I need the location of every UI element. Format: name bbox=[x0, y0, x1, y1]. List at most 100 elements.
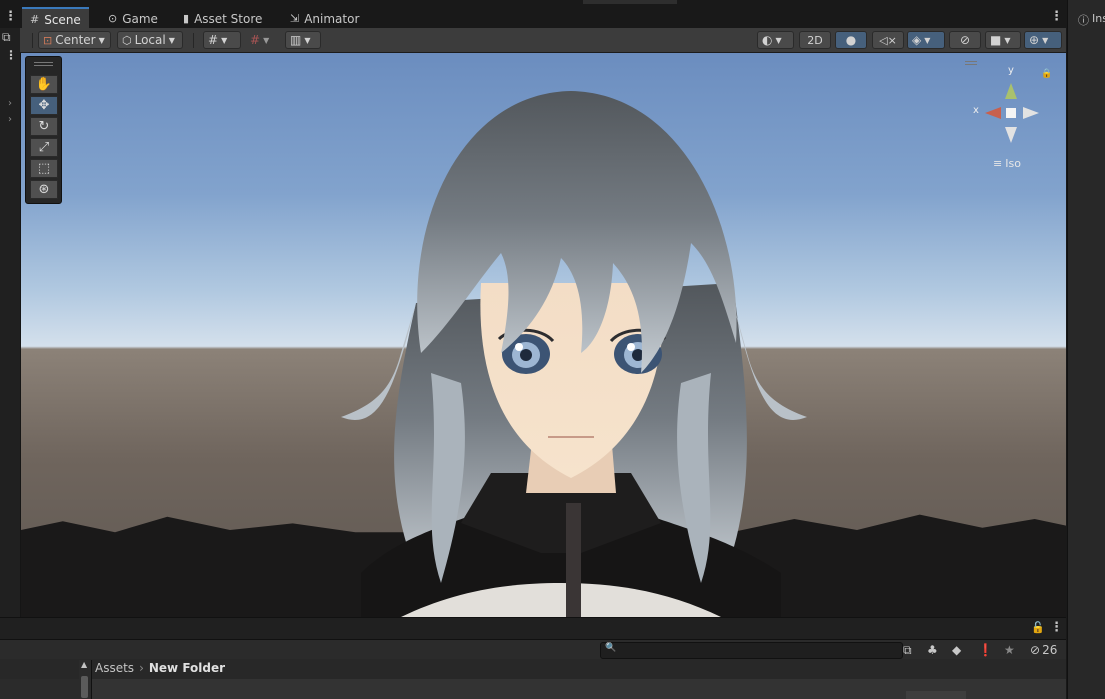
gizmos-dropdown[interactable]: ⊕ ▼ bbox=[1024, 31, 1062, 49]
lock-icon[interactable]: 🔓 bbox=[1031, 621, 1045, 634]
scene-toolbar: ⊡ Center ▼ ⬡ Local ▼ # ▼ # ▼ ▥ ▼ ◐ ▼ 2D … bbox=[20, 28, 1066, 53]
scene-orientation-gizmo[interactable]: 🔒 y x ≡ Iso bbox=[965, 61, 1055, 171]
scroll-up-arrow-icon[interactable]: ▲ bbox=[81, 660, 87, 669]
pivot-center-icon: ⊡ bbox=[43, 33, 53, 47]
transform-tools-overlay: ✋ ✥ ↻ ⤢ ⬚ ⊛ bbox=[25, 56, 62, 204]
camera-settings-dropdown[interactable]: ■ ▼ bbox=[985, 31, 1021, 49]
dropdown-arrow-icon: ▼ bbox=[1042, 35, 1049, 45]
search-by-type-icon[interactable]: ⧉ bbox=[903, 641, 912, 659]
tab-game[interactable]: ⊙ Game bbox=[100, 9, 166, 28]
info-icon: ⓘ bbox=[1078, 14, 1089, 27]
camera-icon: ■ bbox=[990, 33, 1002, 47]
pivot-rotation-dropdown[interactable]: ⬡ Local ▼ bbox=[117, 31, 183, 49]
dropdown-arrow-icon: ▼ bbox=[221, 35, 228, 45]
gamepad-icon: ⊙ bbox=[108, 12, 118, 25]
animator-icon: ⇲ bbox=[290, 12, 300, 25]
increment-snap-button[interactable]: ▥ ▼ bbox=[285, 31, 321, 49]
log-warning-icon[interactable]: ❗ bbox=[978, 641, 993, 659]
dropdown-arrow-icon: ▼ bbox=[168, 35, 175, 45]
transform-tool-button[interactable]: ⊛ bbox=[30, 180, 58, 199]
effects-dropdown[interactable]: ◈ ▼ bbox=[907, 31, 945, 49]
scrollbar-thumb[interactable] bbox=[81, 676, 88, 698]
shopping-bag-icon: ▮ bbox=[183, 12, 190, 25]
dropdown-arrow-icon: ▼ bbox=[304, 35, 311, 45]
project-folder-tree[interactable] bbox=[0, 679, 80, 699]
rotate-tool-button[interactable]: ↻ bbox=[30, 117, 58, 136]
mode-2d-toggle[interactable]: 2D bbox=[799, 31, 831, 49]
grid-snapping-button[interactable]: # ▼ bbox=[203, 31, 241, 49]
light-bulb-icon: ● bbox=[845, 33, 857, 47]
eye-slash-icon: ⊘ bbox=[959, 33, 971, 47]
menu-kebab-icon[interactable]: ⋮ bbox=[4, 9, 17, 24]
shading-sphere-icon: ◐ bbox=[762, 33, 773, 47]
pivot-position-dropdown[interactable]: ⊡ Center ▼ bbox=[38, 31, 111, 49]
y-axis-label: y bbox=[1008, 65, 1014, 76]
rect-transform-icon: ⬚ bbox=[37, 161, 51, 176]
project-search-input[interactable]: 🔍 bbox=[600, 642, 903, 659]
maximize-icon[interactable]: ⧉ bbox=[2, 30, 11, 45]
filter-by-type-icon[interactable]: ♣ bbox=[927, 641, 938, 659]
chevron-right-icon[interactable]: › bbox=[8, 114, 12, 125]
grid-icon: # bbox=[250, 33, 261, 47]
tab-inspector[interactable]: ⓘ Ins bbox=[1078, 12, 1105, 28]
grid-visibility-button[interactable]: # ▼ bbox=[245, 31, 280, 49]
move-tool-button[interactable]: ✥ bbox=[30, 96, 58, 115]
tab-scene[interactable]: # Scene bbox=[22, 7, 89, 30]
breadcrumb-current[interactable]: New Folder bbox=[149, 661, 225, 675]
hierarchy-collapsed-strip: ⧉ ⋮ › › bbox=[0, 28, 21, 617]
audio-toggle[interactable]: ◁× bbox=[872, 31, 904, 49]
asset-item[interactable] bbox=[906, 691, 966, 699]
effects-stack-icon: ◈ bbox=[912, 33, 922, 47]
breadcrumb-assets[interactable]: Assets bbox=[95, 661, 134, 675]
scale-icon: ⤢ bbox=[38, 140, 50, 155]
local-cube-icon: ⬡ bbox=[122, 33, 132, 47]
favorite-star-icon[interactable]: ★ bbox=[1004, 641, 1015, 659]
projection-toggle[interactable]: ≡ Iso bbox=[993, 157, 1021, 170]
project-panel-header: 🔓 ⋮ bbox=[0, 617, 1066, 640]
transform-gizmo-icon: ⊛ bbox=[38, 182, 50, 197]
gizmo-globe-icon: ⊕ bbox=[1029, 33, 1040, 47]
audio-muted-icon: ◁× bbox=[879, 33, 897, 47]
tab-asset-store[interactable]: ▮ Asset Store bbox=[175, 9, 270, 28]
scale-tool-button[interactable]: ⤢ bbox=[30, 138, 58, 157]
scene-viewport[interactable]: ✋ ✥ ↻ ⤢ ⬚ ⊛ 🔒 y x ≡ Iso bbox=[21, 53, 1066, 617]
rotate-icon: ↻ bbox=[38, 119, 50, 134]
lighting-toggle[interactable]: ● bbox=[835, 31, 867, 49]
search-icon: 🔍 bbox=[605, 643, 617, 653]
tab-menu-kebab-icon[interactable]: ⋮ bbox=[1050, 9, 1063, 24]
hand-tool-button[interactable]: ✋ bbox=[30, 75, 58, 94]
x-axis-label: x bbox=[973, 105, 979, 116]
draw-mode-dropdown[interactable]: ◐ ▼ bbox=[757, 31, 794, 49]
dropdown-arrow-icon: ▼ bbox=[1004, 35, 1011, 45]
toolbar-divider bbox=[32, 33, 33, 48]
hamburger-icon: ≡ bbox=[993, 157, 1003, 170]
dropdown-arrow-icon: ▼ bbox=[775, 35, 782, 45]
scene-visibility-toggle[interactable]: ⊘ bbox=[949, 31, 981, 49]
dropdown-arrow-icon: ▼ bbox=[263, 35, 270, 45]
window-drag-handle[interactable] bbox=[583, 0, 677, 4]
tab-animator[interactable]: ⇲ Animator bbox=[282, 9, 367, 28]
overlay-drag-handle[interactable] bbox=[34, 62, 53, 66]
hidden-count: 26 bbox=[1042, 643, 1058, 657]
overlay-drag-handle[interactable] bbox=[965, 61, 977, 65]
grid-icon: # bbox=[30, 13, 40, 26]
character-model bbox=[341, 91, 807, 617]
ruler-icon: ▥ bbox=[290, 33, 302, 47]
toolbar-divider bbox=[193, 33, 194, 48]
panel-kebab-icon[interactable]: ⋮ bbox=[1050, 620, 1063, 635]
folder-tree-scrollbar[interactable]: ▲ bbox=[79, 660, 92, 699]
rect-tool-button[interactable]: ⬚ bbox=[30, 159, 58, 178]
grid-snap-icon: # bbox=[208, 33, 219, 47]
dropdown-arrow-icon: ▼ bbox=[98, 35, 105, 45]
axis-cones bbox=[985, 83, 1039, 143]
inspector-panel: ⓘ Ins bbox=[1067, 0, 1105, 699]
project-assets-grid[interactable] bbox=[92, 679, 1066, 699]
hand-icon: ✋ bbox=[35, 77, 53, 92]
chevron-right-icon[interactable]: › bbox=[8, 98, 12, 109]
strip-kebab-icon[interactable]: ⋮ bbox=[5, 48, 17, 62]
filter-by-label-icon[interactable]: ◆ bbox=[952, 641, 961, 659]
hidden-packages-toggle[interactable]: ⊘ 26 bbox=[1030, 641, 1057, 659]
dock-tab-bar: ⋮ # Scene ⊙ Game ▮ Asset Store ⇲ Animato… bbox=[0, 0, 1066, 30]
eye-slash-icon: ⊘ bbox=[1030, 643, 1041, 657]
breadcrumb-separator-icon: › bbox=[139, 661, 144, 675]
